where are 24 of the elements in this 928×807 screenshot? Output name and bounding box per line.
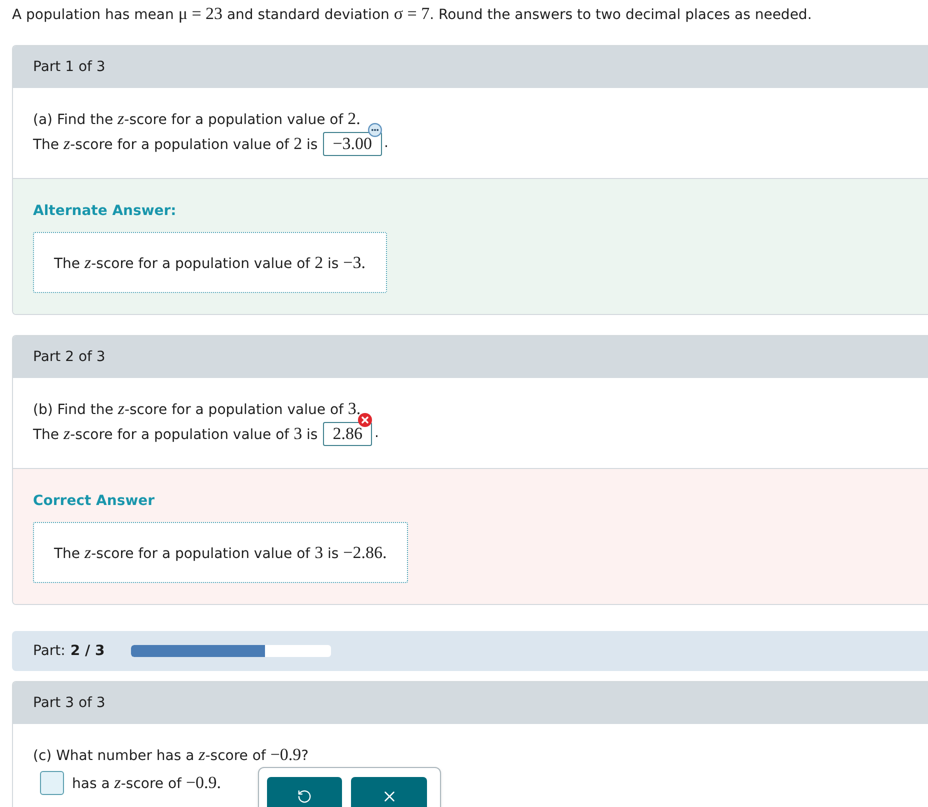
answer-text: The z-score for a population value of 3 is −2.86. bbox=[54, 542, 387, 564]
feedback-heading: Correct Answer bbox=[33, 493, 155, 509]
undo-icon bbox=[297, 788, 312, 804]
part-header: Part 2 of 3 bbox=[13, 336, 928, 378]
close-button[interactable] bbox=[351, 777, 427, 807]
question-text: (b) Find the z-score for a population value of 3. bbox=[33, 398, 361, 420]
more-options-icon[interactable] bbox=[368, 122, 382, 136]
answer-text: The z-score for a population value of 2 is bbox=[33, 132, 318, 155]
answer-text: . bbox=[374, 424, 379, 443]
problem-statement: A population has mean μ = 23 and standard deviation σ = 7. Round the answers to two decimal places as needed. bbox=[12, 7, 812, 23]
answer-field[interactable]: 2.86 bbox=[322, 422, 372, 446]
answer-text: The z-score for a population value of 3 is bbox=[33, 422, 318, 445]
answer-text: has a z-score of −0.9. bbox=[72, 772, 222, 794]
question-text: (c) What number has a z-score of −0.9? bbox=[33, 744, 309, 766]
answer-field[interactable]: −3.00 bbox=[322, 132, 382, 156]
undo-button[interactable] bbox=[267, 777, 342, 807]
answer-text: . bbox=[384, 134, 388, 153]
answer-field[interactable] bbox=[40, 771, 64, 795]
progress-text: Part: 2 / 3 bbox=[33, 642, 105, 660]
part-header: Part 3 of 3 bbox=[13, 682, 928, 724]
part-header: Part 1 of 3 bbox=[13, 46, 928, 88]
feedback-heading: Alternate Answer: bbox=[33, 203, 176, 219]
answer-text: The z-score for a population value of 2 is −3. bbox=[54, 252, 366, 274]
question-text: (a) Find the z-score for a population value of 2. bbox=[33, 108, 360, 130]
